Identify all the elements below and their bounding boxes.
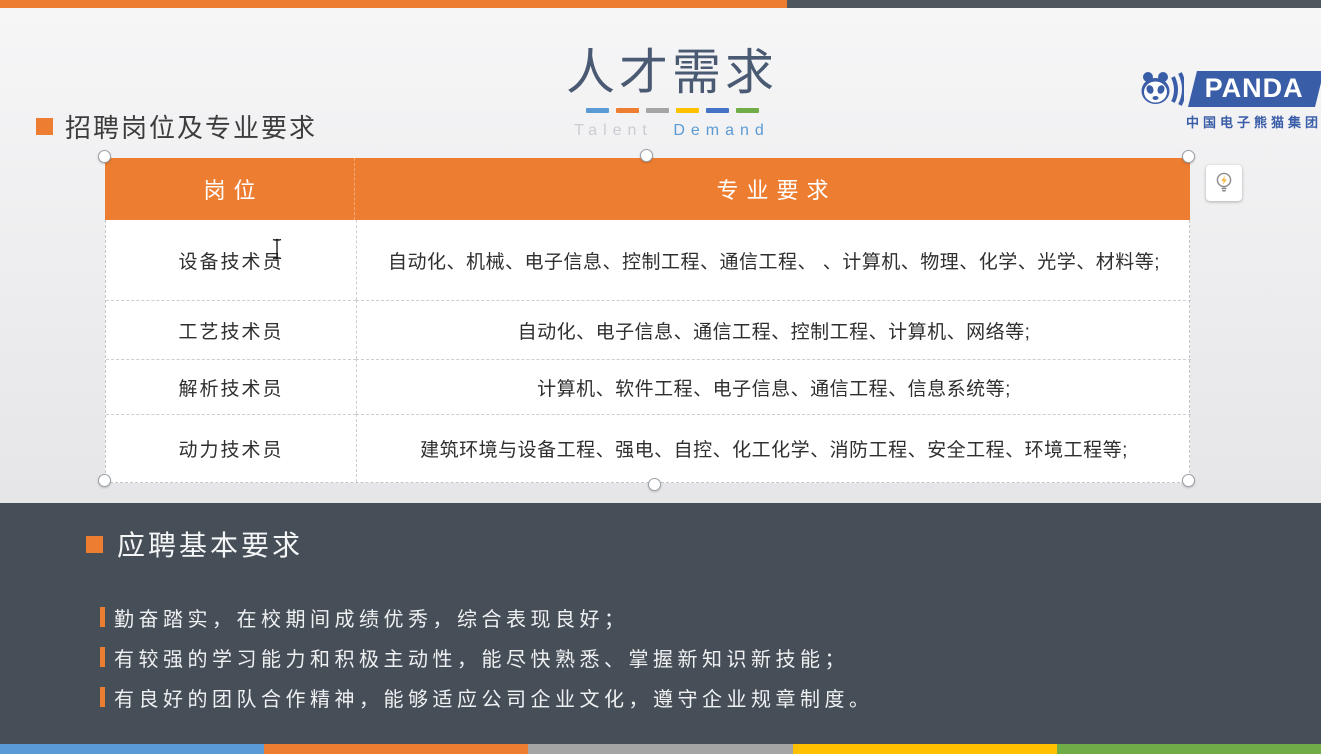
top-accent-bar-progress	[0, 0, 787, 8]
table-cell-position[interactable]: 工艺技术员	[106, 300, 356, 359]
selection-handle-top-right[interactable]	[1182, 150, 1195, 163]
table-cell-majors[interactable]: 建筑环境与设备工程、强电、自控、化工化学、消防工程、安全工程、环境工程等;	[356, 414, 1191, 482]
selection-handle-bottom-center[interactable]	[648, 478, 661, 491]
table-cell-majors[interactable]: 自动化、电子信息、通信工程、控制工程、计算机、网络等;	[356, 300, 1191, 359]
footer-bar-segment	[0, 744, 264, 754]
selection-handle-top-left[interactable]	[98, 150, 111, 163]
footer-bar-segment	[793, 744, 1057, 754]
requirements-list: 勤奋踏实，在校期间成绩优秀，综合表现良好； 有较强的学习能力和积极主动性，能尽快…	[100, 597, 874, 717]
orange-tick-icon	[100, 647, 105, 667]
selection-handle-bottom-right[interactable]	[1182, 474, 1195, 487]
list-item: 勤奋踏实，在校期间成绩优秀，综合表现良好；	[100, 597, 874, 637]
requirements-heading: 应聘基本要求	[86, 525, 303, 563]
requirements-section: 应聘基本要求 勤奋踏实，在校期间成绩优秀，综合表现良好； 有较强的学习能力和积极…	[0, 503, 1321, 744]
requirement-text: 有较强的学习能力和积极主动性，能尽快熟悉、掌握新知识新技能；	[114, 643, 849, 672]
title-dash	[646, 108, 669, 113]
list-item: 有良好的团队合作精神，能够适应公司企业文化，遵守企业规章制度。	[100, 677, 874, 717]
brand-name: PANDA	[1205, 73, 1304, 104]
footer-bars	[0, 744, 1321, 754]
orange-square-bullet-icon	[36, 118, 53, 135]
table-cell-position[interactable]: 设备技术员	[106, 220, 356, 300]
table-cell-majors[interactable]: 计算机、软件工程、电子信息、通信工程、信息系统等;	[356, 359, 1191, 414]
title-dash	[586, 108, 609, 113]
footer-bar-segment	[528, 744, 792, 754]
orange-tick-icon	[100, 607, 105, 627]
subtitle-demand: Demand	[673, 122, 769, 139]
upper-section: 招聘岗位及专业要求 人才需求 Talent Demand	[0, 8, 1321, 503]
selection-handle-top-center[interactable]	[640, 149, 653, 162]
subtitle-talent: Talent	[574, 122, 653, 139]
orange-square-bullet-icon	[86, 536, 103, 553]
text-cursor-icon	[271, 238, 283, 265]
slide-title-block: 人才需求 Talent Demand	[502, 46, 842, 140]
top-accent-bar	[0, 0, 1321, 8]
brand-plate: PANDA	[1188, 71, 1321, 107]
table-cell-position[interactable]: 解析技术员	[106, 359, 356, 414]
requirements-heading-label: 应聘基本要求	[117, 524, 303, 564]
presentation-slide: 招聘岗位及专业要求 人才需求 Talent Demand	[0, 0, 1321, 754]
footer-bar-segment	[1057, 744, 1321, 754]
table-body: 设备技术员 自动化、机械、电子信息、控制工程、通信工程、 、计算机、物理、化学、…	[105, 220, 1190, 483]
title-dashes	[502, 108, 842, 113]
positions-table[interactable]: 岗位 专业要求 设备技术员 自动化、机械、电子信息、控制工程、通信工程、 、计算…	[105, 158, 1190, 483]
table-cell-majors[interactable]: 自动化、机械、电子信息、控制工程、通信工程、 、计算机、物理、化学、光学、材料等…	[356, 220, 1191, 300]
recruit-heading-label: 招聘岗位及专业要求	[65, 108, 317, 145]
panda-icon	[1138, 70, 1184, 108]
table-header-majors[interactable]: 专业要求	[355, 158, 1190, 220]
orange-tick-icon	[100, 687, 105, 707]
requirement-text: 勤奋踏实，在校期间成绩优秀，综合表现良好；	[114, 603, 629, 632]
company-logo: PANDA 中国电子熊猫集团	[1138, 70, 1321, 131]
lightbulb-icon	[1214, 171, 1234, 195]
footer-bar-segment	[264, 744, 528, 754]
recruit-heading: 招聘岗位及专业要求	[36, 108, 317, 144]
list-item: 有较强的学习能力和积极主动性，能尽快熟悉、掌握新知识新技能；	[100, 637, 874, 677]
title-dash	[736, 108, 759, 113]
title-dash	[706, 108, 729, 113]
slide-subtitle: Talent Demand	[502, 122, 842, 140]
logo-row: PANDA	[1138, 70, 1321, 108]
title-dash	[676, 108, 699, 113]
table-header-position[interactable]: 岗位	[105, 158, 355, 220]
table-cell-position[interactable]: 动力技术员	[106, 414, 356, 482]
slide-title: 人才需求	[502, 46, 842, 101]
requirement-text: 有良好的团队合作精神，能够适应公司企业文化，遵守企业规章制度。	[114, 683, 874, 712]
table-header-row: 岗位 专业要求	[105, 158, 1190, 220]
title-dash	[616, 108, 639, 113]
company-name: 中国电子熊猫集团	[1186, 112, 1321, 131]
selection-handle-bottom-left[interactable]	[98, 474, 111, 487]
design-ideas-button[interactable]	[1206, 165, 1242, 201]
